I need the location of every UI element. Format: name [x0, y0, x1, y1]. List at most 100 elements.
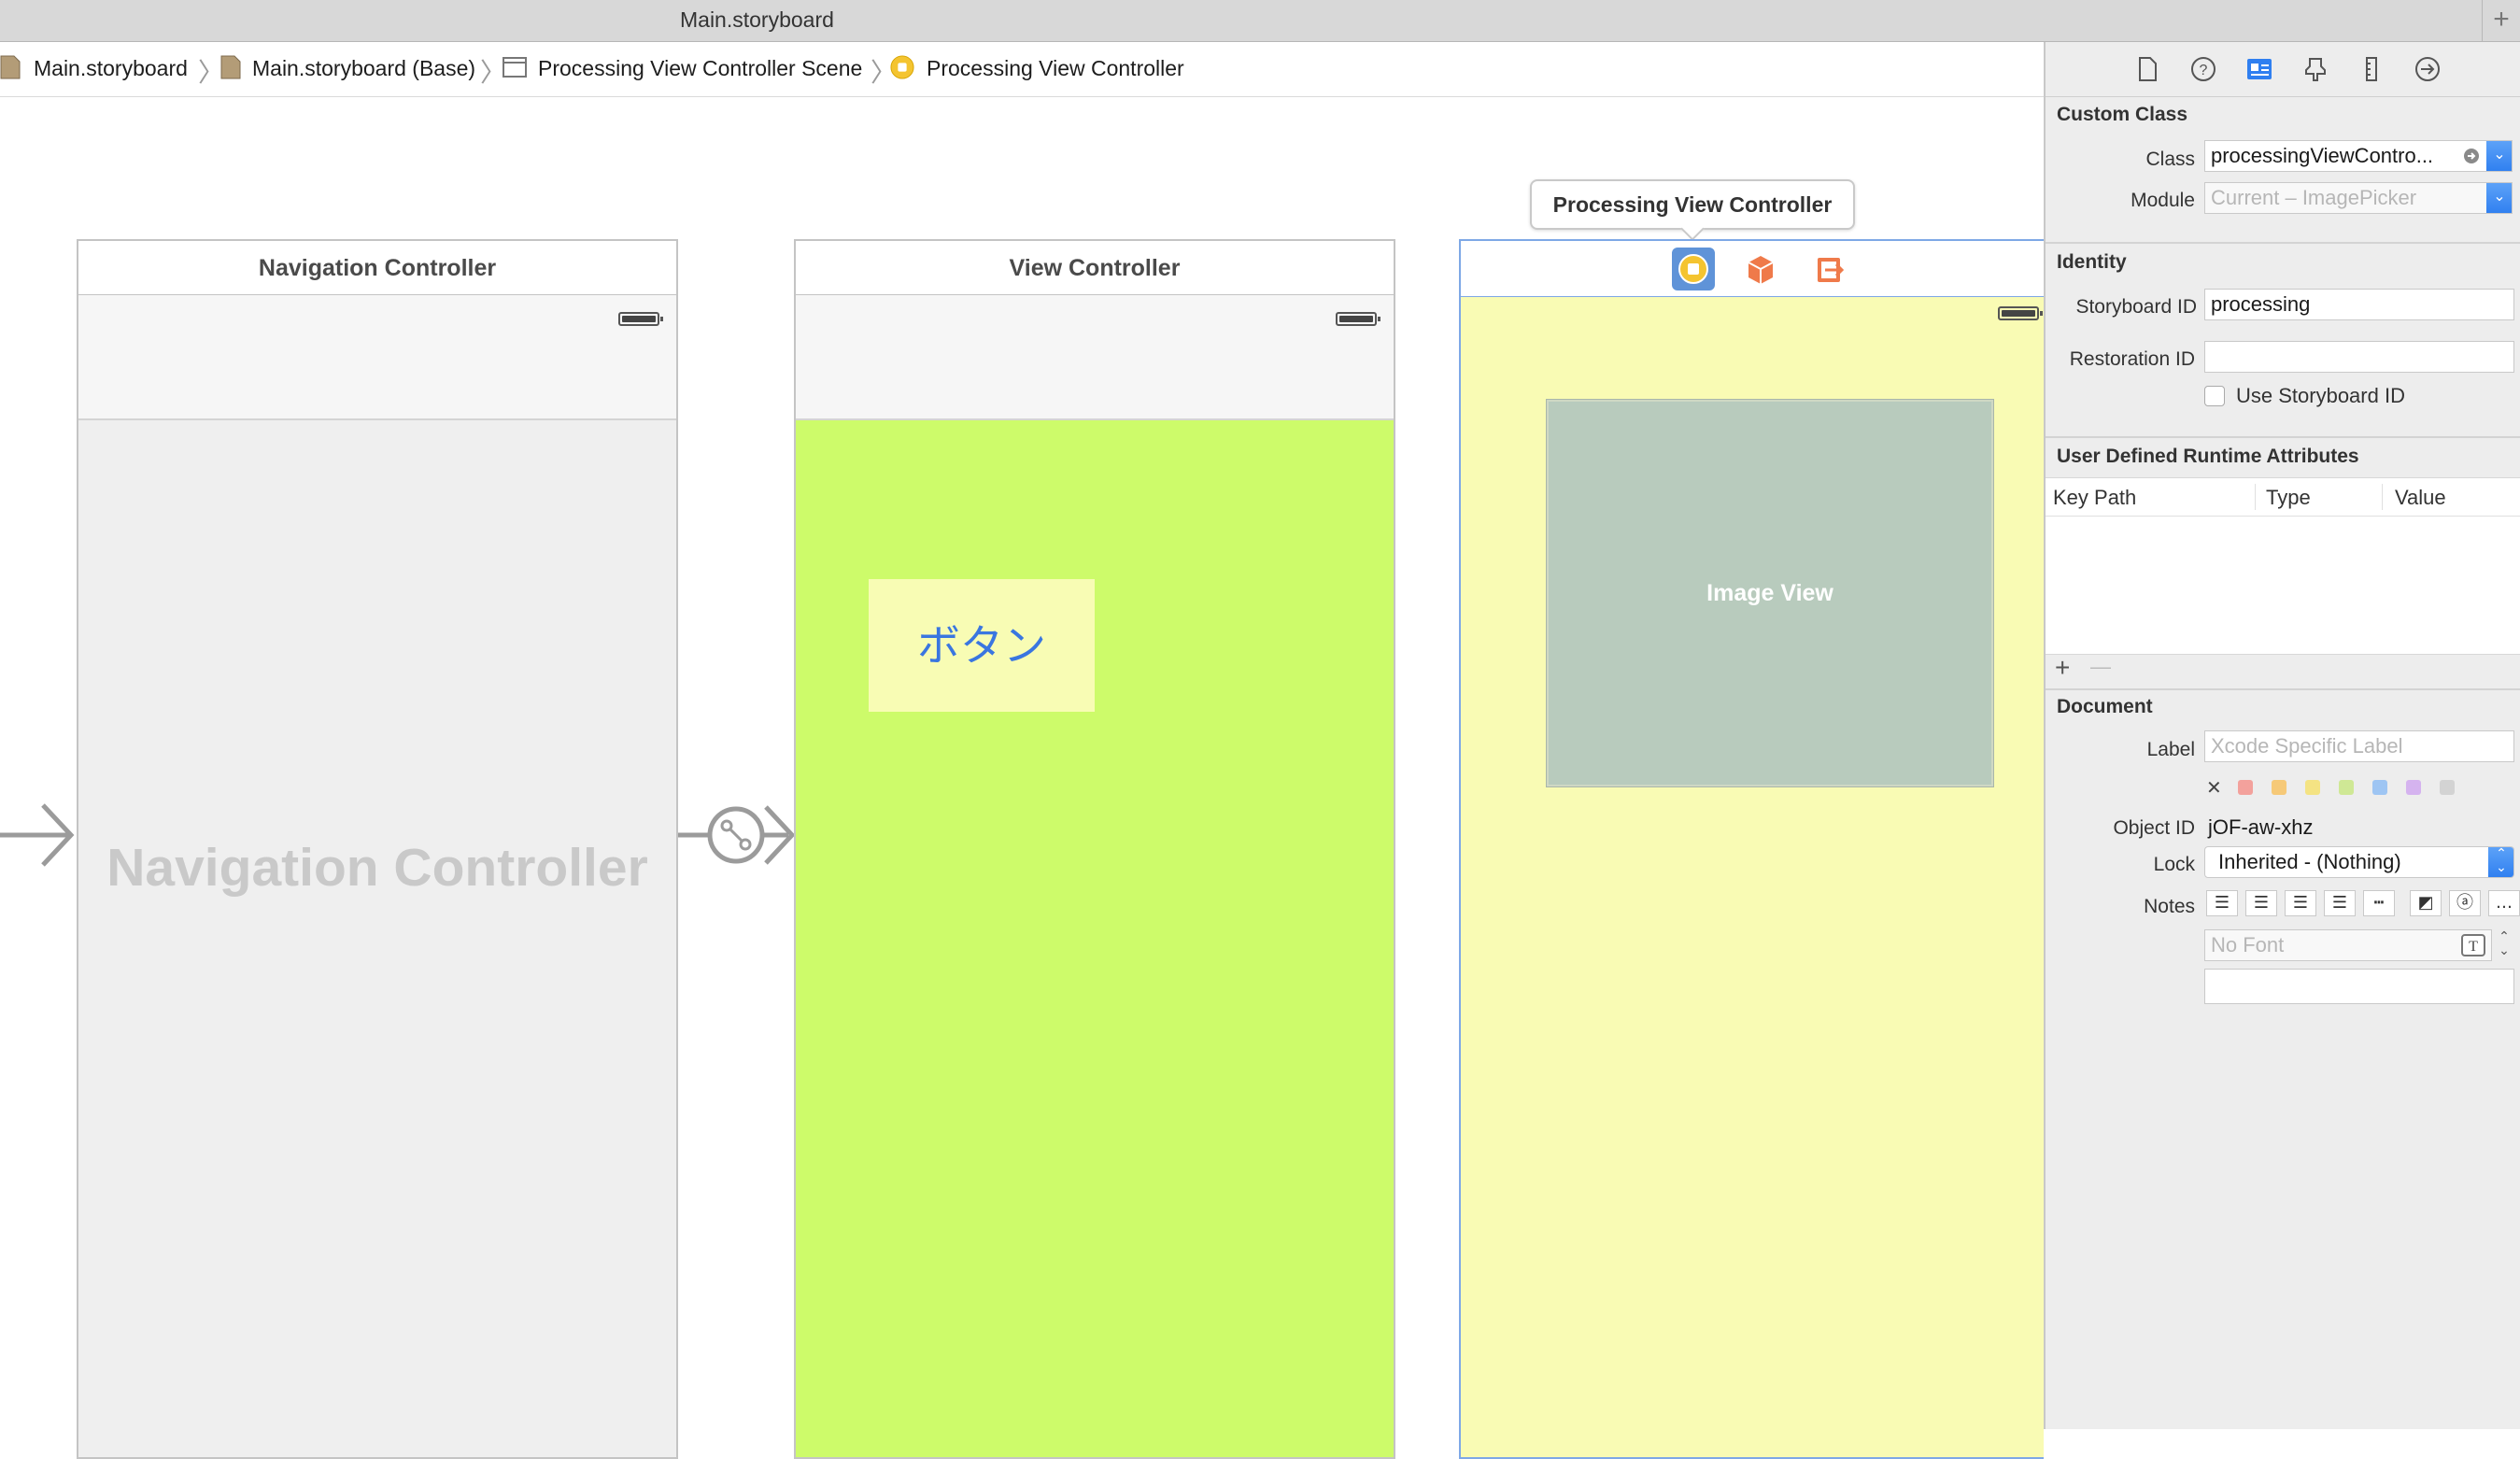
- storyboard-id-label: Storyboard ID: [2075, 296, 2197, 318]
- label-color-swatch[interactable]: [2305, 780, 2320, 795]
- add-attribute-button[interactable]: +: [2055, 653, 2070, 683]
- chevron-down-icon[interactable]: ⌄: [2486, 141, 2512, 171]
- size-inspector-tab-icon[interactable]: [2357, 55, 2386, 83]
- window-title: Main.storyboard: [680, 7, 834, 32]
- lock-value: Inherited - (Nothing): [2218, 850, 2401, 873]
- restoration-id-label: Restoration ID: [2069, 348, 2195, 370]
- column-divider: [2382, 484, 2383, 510]
- navigation-controller-view[interactable]: Navigation Controller: [77, 295, 678, 1459]
- battery-icon: [618, 312, 663, 326]
- use-storyboard-id-label: Use Storyboard ID: [2236, 384, 2405, 407]
- document-label-label: Label: [2146, 739, 2195, 760]
- label-color-swatch[interactable]: [2406, 780, 2421, 795]
- label-color-swatch[interactable]: [2339, 780, 2354, 795]
- initial-view-arrow-icon: [0, 803, 75, 867]
- section-divider: [2046, 242, 2520, 244]
- scene-icon: [503, 57, 527, 78]
- scene-dock: [1459, 239, 2044, 297]
- module-placeholder: Current – ImagePicker: [2211, 186, 2417, 209]
- document-header: Document: [2057, 696, 2153, 717]
- breadcrumb-view-controller[interactable]: Processing View Controller: [927, 56, 1184, 81]
- scene-name-tooltip: Processing View Controller: [1530, 179, 1855, 230]
- font-picker-icon[interactable]: T: [2461, 934, 2485, 956]
- class-field[interactable]: processingViewContro... ⌄: [2204, 140, 2513, 172]
- first-responder-icon[interactable]: [1741, 250, 1780, 290]
- label-color-swatch[interactable]: [2238, 780, 2253, 795]
- font-size-stepper[interactable]: ⌃ ⌄: [2496, 929, 2513, 961]
- object-id-value: jOF-aw-xhz: [2208, 815, 2314, 839]
- view-controller-scene[interactable]: View Controller ボタン: [794, 239, 1395, 1459]
- runtime-attributes-table[interactable]: Key Path Type Value: [2046, 477, 2520, 655]
- chevron-down-icon[interactable]: ⌄: [2486, 183, 2512, 213]
- notes-textarea[interactable]: [2204, 969, 2514, 1004]
- module-field[interactable]: Current – ImagePicker ⌄: [2204, 182, 2513, 214]
- use-storyboard-id-checkbox[interactable]: [2204, 386, 2225, 406]
- storyboard-id-field[interactable]: processing: [2204, 289, 2514, 320]
- font-field[interactable]: No Font T: [2204, 929, 2492, 961]
- image-view[interactable]: Image View: [1547, 400, 1993, 786]
- inspector-tab-bar: ?: [2046, 42, 2520, 97]
- font-style-icon[interactable]: ⓐ: [2449, 890, 2481, 916]
- segue-icon[interactable]: [678, 798, 794, 872]
- column-key-path[interactable]: Key Path: [2053, 486, 2136, 510]
- column-type[interactable]: Type: [2266, 486, 2311, 510]
- processing-view-controller-view[interactable]: Image View: [1459, 297, 2044, 1459]
- breadcrumb-storyboard-base[interactable]: Main.storyboard (Base): [252, 56, 475, 81]
- file-inspector-tab-icon[interactable]: [2133, 55, 2161, 83]
- section-divider: [2046, 436, 2520, 438]
- scene-title: Navigation Controller: [77, 239, 678, 295]
- connections-inspector-tab-icon[interactable]: [2414, 55, 2442, 83]
- more-options-icon[interactable]: …: [2488, 890, 2520, 916]
- column-divider: [2255, 484, 2256, 510]
- custom-class-header: Custom Class: [2057, 104, 2188, 125]
- navigation-bar[interactable]: [796, 295, 1394, 420]
- object-id-label: Object ID: [2113, 817, 2195, 839]
- svg-text:?: ?: [2200, 63, 2208, 78]
- scene-title: View Controller: [794, 239, 1395, 295]
- view-controller-icon: [890, 55, 914, 79]
- breadcrumb-scene[interactable]: Processing View Controller Scene: [538, 56, 862, 81]
- battery-icon: [1998, 306, 2043, 320]
- dashes-icon[interactable]: ┅: [2363, 890, 2395, 916]
- attributes-inspector-tab-icon[interactable]: [2301, 55, 2329, 83]
- identity-inspector: ? Custom Class Class processingViewContr…: [2044, 42, 2520, 1429]
- clear-label-color-button[interactable]: ✕: [2206, 776, 2222, 800]
- lock-label: Lock: [2153, 854, 2195, 875]
- storyboard-canvas[interactable]: Navigation Controller Navigation Control…: [0, 97, 2044, 1459]
- breadcrumb-storyboard[interactable]: Main.storyboard: [34, 56, 188, 81]
- class-value: processingViewContro...: [2211, 144, 2434, 167]
- navigation-controller-scene[interactable]: Navigation Controller Navigation Control…: [77, 239, 678, 1459]
- module-label: Module: [2131, 190, 2195, 211]
- navigation-bar[interactable]: [78, 295, 676, 420]
- align-right-icon[interactable]: ☰: [2285, 890, 2316, 916]
- window-titlebar: Main.storyboard +: [0, 0, 2520, 42]
- label-color-swatch[interactable]: [2372, 780, 2387, 795]
- view-controller-view[interactable]: ボタン: [794, 295, 1395, 1459]
- label-color-swatch[interactable]: [2440, 780, 2455, 795]
- text-color-icon[interactable]: ◩: [2410, 890, 2442, 916]
- label-color-swatch[interactable]: [2272, 780, 2286, 795]
- runtime-attributes-header: User Defined Runtime Attributes: [2057, 446, 2359, 467]
- table-header: Key Path Type Value: [2046, 478, 2520, 517]
- go-to-class-icon[interactable]: [2463, 148, 2480, 164]
- identity-inspector-tab-icon[interactable]: [2245, 55, 2273, 83]
- view-controller-dock-icon[interactable]: [1672, 248, 1715, 290]
- battery-icon: [1336, 312, 1380, 326]
- lock-popup[interactable]: Inherited - (Nothing) ⌃ ⌄: [2204, 846, 2514, 878]
- button-element[interactable]: ボタン: [869, 579, 1095, 712]
- exit-icon[interactable]: [1810, 250, 1849, 290]
- navigation-controller-placeholder: Navigation Controller: [106, 838, 648, 898]
- add-tab-button[interactable]: +: [2482, 0, 2520, 41]
- processing-view-controller-scene[interactable]: Image View: [1459, 239, 2044, 1459]
- document-label-field[interactable]: Xcode Specific Label: [2204, 730, 2514, 762]
- restoration-id-field[interactable]: [2204, 341, 2514, 373]
- chevron-updown-icon[interactable]: ⌃ ⌄: [2488, 847, 2513, 877]
- storyboard-file-icon: [0, 55, 21, 79]
- align-center-icon[interactable]: ☰: [2245, 890, 2277, 916]
- column-value[interactable]: Value: [2395, 486, 2446, 510]
- align-left-icon[interactable]: ☰: [2206, 890, 2238, 916]
- align-justify-icon[interactable]: ☰: [2324, 890, 2356, 916]
- identity-header: Identity: [2057, 251, 2127, 273]
- remove-attribute-button[interactable]: —: [2090, 655, 2111, 679]
- help-inspector-tab-icon[interactable]: ?: [2189, 55, 2217, 83]
